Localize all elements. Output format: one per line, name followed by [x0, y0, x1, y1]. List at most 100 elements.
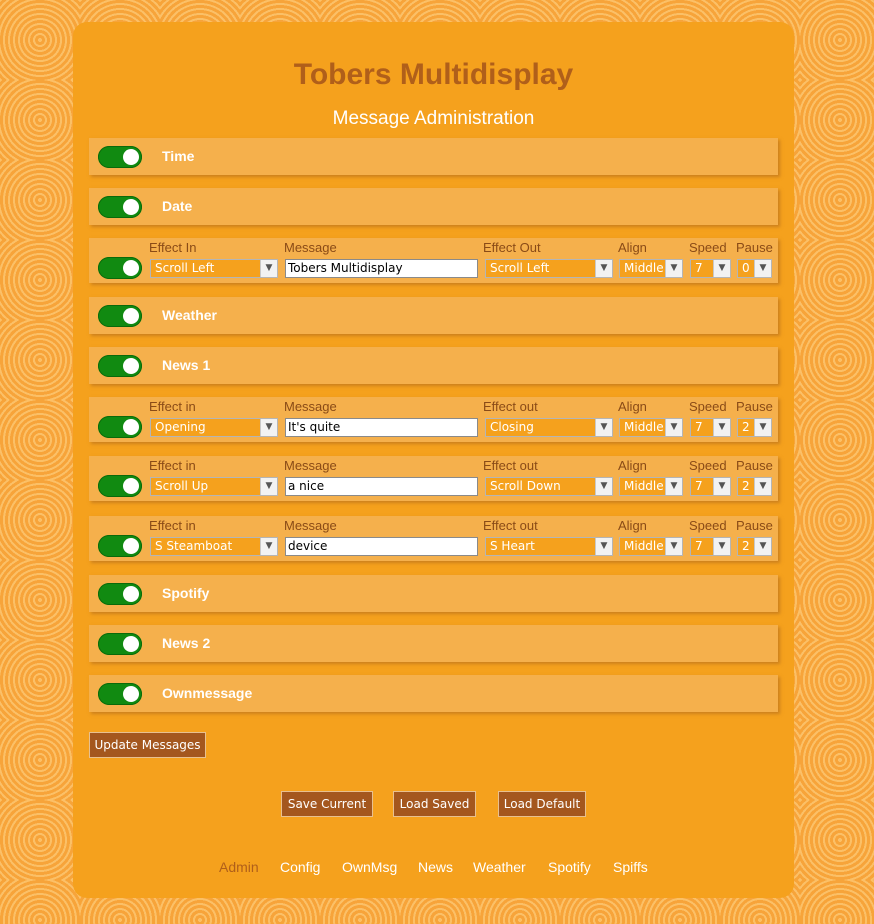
row-label: News 1	[162, 357, 211, 373]
effect-in-select[interactable]: Opening ▼	[150, 418, 278, 437]
message-row-detail: Effect In Message Effect Out Align Speed…	[89, 238, 778, 283]
effect-out-value: Closing	[490, 420, 534, 434]
effect-in-select[interactable]: Scroll Up ▼	[150, 477, 278, 496]
speed-header: Speed	[689, 518, 727, 533]
toggle-knob	[123, 358, 139, 374]
pause-select[interactable]: 2 ▼	[737, 418, 772, 437]
row-label: Spotify	[162, 585, 210, 601]
page-subtitle: Message Administration	[332, 108, 535, 129]
row-label: Date	[162, 198, 193, 214]
chevron-down-icon: ▼	[665, 478, 682, 495]
effect-out-select[interactable]: Scroll Down ▼	[485, 477, 613, 496]
chevron-down-icon: ▼	[754, 260, 771, 277]
update-messages-button[interactable]: Update Messages	[89, 732, 206, 758]
nav-link-weather[interactable]: Weather	[473, 859, 526, 875]
message-input[interactable]: device	[285, 537, 478, 556]
pause-value: 2	[742, 479, 750, 493]
align-select[interactable]: Middle ▼	[619, 477, 683, 496]
toggle-switch-icon[interactable]	[98, 535, 142, 557]
message-row-spotify: Spotify	[89, 575, 778, 612]
message-input[interactable]: Tobers Multidisplay	[285, 259, 478, 278]
row-label: News 2	[162, 635, 211, 651]
toggle-switch-icon[interactable]	[98, 583, 142, 605]
load-saved-button[interactable]: Load Saved	[393, 791, 476, 817]
speed-value: 7	[695, 479, 703, 493]
toggle-switch-icon[interactable]	[98, 146, 142, 168]
align-value: Middle	[624, 261, 664, 275]
effect-out-select[interactable]: Closing ▼	[485, 418, 613, 437]
chevron-down-icon: ▼	[595, 419, 612, 436]
speed-select[interactable]: 7 ▼	[690, 418, 731, 437]
chevron-down-icon: ▼	[595, 260, 612, 277]
toggle-switch-icon[interactable]	[98, 633, 142, 655]
nav-link-spotify[interactable]: Spotify	[548, 859, 591, 875]
load-default-button[interactable]: Load Default	[498, 791, 586, 817]
speed-value: 7	[695, 261, 703, 275]
message-header: Message	[284, 458, 337, 473]
pause-value: 0	[742, 261, 750, 275]
pause-select[interactable]: 2 ▼	[737, 477, 772, 496]
toggle-switch-icon[interactable]	[98, 305, 142, 327]
pause-select[interactable]: 0 ▼	[737, 259, 772, 278]
align-value: Middle	[624, 479, 664, 493]
effect-out-header: Effect out	[483, 399, 538, 414]
align-header: Align	[618, 240, 647, 255]
chevron-down-icon: ▼	[754, 419, 771, 436]
nav-link-news[interactable]: News	[418, 859, 453, 875]
toggle-switch-icon[interactable]	[98, 416, 142, 438]
pause-select[interactable]: 2 ▼	[737, 537, 772, 556]
chevron-down-icon: ▼	[754, 478, 771, 495]
chevron-down-icon: ▼	[754, 538, 771, 555]
toggle-switch-icon[interactable]	[98, 683, 142, 705]
chevron-down-icon: ▼	[595, 478, 612, 495]
effect-in-value: Scroll Up	[155, 479, 209, 493]
pause-header: Pause	[736, 240, 773, 255]
pause-value: 2	[742, 539, 750, 553]
toggle-knob	[123, 686, 139, 702]
toggle-switch-icon[interactable]	[98, 475, 142, 497]
message-row-news-2: News 2	[89, 625, 778, 662]
pause-value: 2	[742, 420, 750, 434]
align-select[interactable]: Middle ▼	[619, 259, 683, 278]
effect-in-select[interactable]: Scroll Left ▼	[150, 259, 278, 278]
message-input[interactable]: a nice	[285, 477, 478, 496]
message-row-detail: Effect in Message Effect out Align Speed…	[89, 516, 778, 561]
nav-link-ownmsg[interactable]: OwnMsg	[342, 859, 397, 875]
toggle-switch-icon[interactable]	[98, 355, 142, 377]
main-panel: Tobers Multidisplay Message Administrati…	[73, 22, 794, 898]
message-input[interactable]: It's quite	[285, 418, 478, 437]
toggle-switch-icon[interactable]	[98, 257, 142, 279]
speed-value: 7	[695, 539, 703, 553]
speed-select[interactable]: 7 ▼	[690, 537, 731, 556]
message-row-date: Date	[89, 188, 778, 225]
chevron-down-icon: ▼	[260, 419, 277, 436]
align-header: Align	[618, 518, 647, 533]
align-select[interactable]: Middle ▼	[619, 418, 683, 437]
nav-link-config[interactable]: Config	[280, 859, 320, 875]
toggle-knob	[123, 419, 139, 435]
chevron-down-icon: ▼	[665, 419, 682, 436]
toggle-knob	[123, 586, 139, 602]
chevron-down-icon: ▼	[713, 260, 730, 277]
toggle-knob	[123, 636, 139, 652]
effect-in-header: Effect In	[149, 240, 197, 255]
pause-header: Pause	[736, 518, 773, 533]
toggle-knob	[123, 260, 139, 276]
save-current-button[interactable]: Save Current	[281, 791, 373, 817]
effect-out-select[interactable]: Scroll Left ▼	[485, 259, 613, 278]
toggle-knob	[123, 308, 139, 324]
effect-in-select[interactable]: S Steamboat ▼	[150, 537, 278, 556]
toggle-switch-icon[interactable]	[98, 196, 142, 218]
speed-select[interactable]: 7 ▼	[690, 477, 731, 496]
align-select[interactable]: Middle ▼	[619, 537, 683, 556]
speed-header: Speed	[689, 240, 727, 255]
chevron-down-icon: ▼	[713, 478, 730, 495]
effect-out-select[interactable]: S Heart ▼	[485, 537, 613, 556]
nav-link-spiffs[interactable]: Spiffs	[613, 859, 648, 875]
nav-link-admin[interactable]: Admin	[219, 859, 259, 875]
row-label: Ownmessage	[162, 685, 253, 701]
effect-out-header: Effect out	[483, 458, 538, 473]
message-header: Message	[284, 240, 337, 255]
speed-select[interactable]: 7 ▼	[690, 259, 731, 278]
chevron-down-icon: ▼	[665, 260, 682, 277]
